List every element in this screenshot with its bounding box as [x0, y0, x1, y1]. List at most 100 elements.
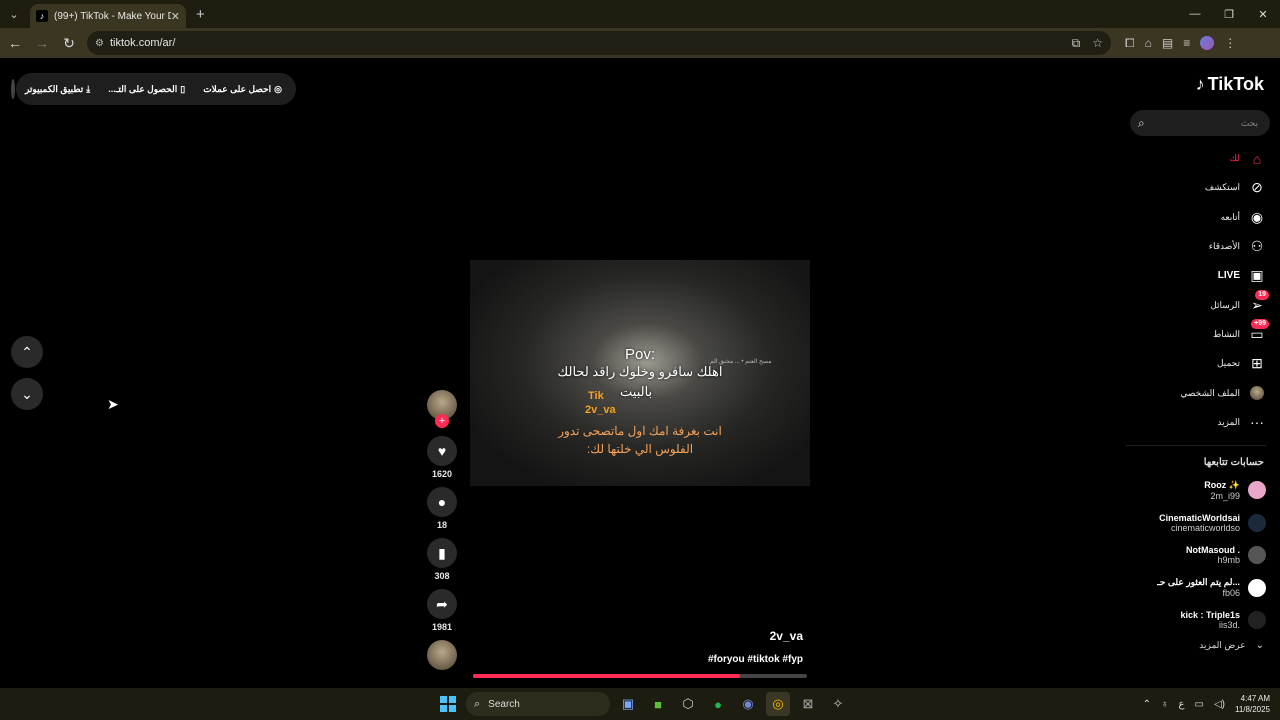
tab-title: (99+) TikTok - Make Your Day [54, 10, 171, 22]
windows-taskbar: ⌕ Search ▣ ■ ⬡ ● ◉ ◎ ⊠ ✧ ⌃ ♁ ع ▭ ◁) 4:47… [0, 688, 1280, 720]
comment-icon: ● [437, 494, 447, 510]
bookmark-star-icon[interactable]: ☆ [1092, 36, 1103, 50]
logo-text: TikTok [1207, 74, 1264, 94]
search-input[interactable]: بحث ⌕ [1130, 110, 1270, 136]
chrome-icon[interactable]: ◎ [766, 692, 790, 716]
app-icon[interactable]: ✧ [826, 692, 850, 716]
account-name: NotMasoud . [1186, 545, 1240, 556]
sidebar-item-activity[interactable]: ▭ 99+ النشاط [1126, 319, 1269, 349]
get-app-button[interactable]: ▯ الحصول على التـ... [108, 84, 185, 95]
video-author[interactable]: 2v_va [770, 629, 803, 643]
microphone-icon[interactable]: ♁ [1161, 699, 1169, 710]
video-progress-fill [473, 674, 741, 678]
get-coins-button[interactable]: ◎ احصل على عملات [203, 84, 282, 95]
music-disc-avatar[interactable] [427, 640, 457, 670]
account-name: لم يتم العثور على حـ... [1157, 577, 1240, 588]
windows-start-icon[interactable] [440, 696, 456, 712]
language-indicator[interactable]: ع [1179, 699, 1185, 710]
sidebar-item-friends[interactable]: ⚇ الأصدقاء [1126, 232, 1266, 261]
taskbar-apps: ▣ ■ ⬡ ● ◉ ◎ ⊠ ✧ [616, 692, 850, 716]
sidebar-item-live[interactable]: ▣ LIVE [1126, 261, 1266, 290]
see-more-button[interactable]: ⌄ عرض المزيد [1199, 640, 1264, 651]
tiktok-note-icon: ♪ [1195, 74, 1205, 94]
extensions-icon[interactable]: ⧠ [1125, 36, 1135, 51]
list-item[interactable]: NotMasoud . h9mb [1116, 539, 1266, 572]
list-item[interactable]: kick : Triple1s iis3d. [1116, 604, 1266, 637]
bookmark-icon: ▮ [438, 544, 446, 561]
previous-video-button[interactable]: ⌃ [11, 336, 43, 368]
taskbar-search-label: Search [488, 698, 520, 710]
new-tab-button[interactable]: + [196, 6, 205, 23]
app-icon[interactable]: ▣ [616, 692, 640, 716]
tiktok-favicon-icon: ♪ [36, 10, 48, 22]
user-avatar[interactable] [10, 79, 15, 99]
forward-button[interactable]: → [30, 31, 54, 55]
tray-expand-icon[interactable]: ⌃ [1143, 699, 1151, 710]
sidebar-item-explore[interactable]: ⊘ استكشف [1126, 173, 1266, 202]
list-item[interactable]: Rooz ✨ 2m_i99 [1116, 474, 1266, 507]
tiktok-logo[interactable]: ♪ TikTok [1196, 74, 1264, 95]
sidebar-item-messages[interactable]: ➢ 19 الرسائل [1126, 290, 1269, 319]
back-button[interactable]: ← [3, 31, 27, 55]
toolbar-extensions: ⧠ ⌂ ▤ ≡ ⋮ [1125, 36, 1236, 51]
restore-button[interactable]: ❐ [1212, 0, 1246, 28]
minimize-button[interactable]: — [1178, 0, 1212, 28]
account-username: cinematicworldso [1170, 522, 1240, 533]
discord-icon[interactable]: ◉ [736, 692, 760, 716]
volume-icon[interactable]: ◁) [1214, 699, 1225, 710]
next-video-button[interactable]: ⌄ [11, 378, 43, 410]
address-bar[interactable]: ⚙ tiktok.com/ar/ ⧉ ☆ [87, 31, 1111, 55]
follow-plus-icon[interactable]: + [435, 414, 449, 428]
install-app-icon[interactable]: ⧉ [1072, 36, 1081, 51]
extension-icon[interactable]: ⌂ [1145, 36, 1152, 50]
network-icon[interactable]: ▭ [1195, 699, 1204, 710]
system-tray: ⌃ ♁ ع ▭ ◁) 4:47 AM 11/8/2025 [1143, 688, 1270, 720]
account-username: h9mb [1217, 555, 1240, 566]
avatar [1248, 546, 1266, 565]
sidebar-item-for-you[interactable]: ⌂ لك [1126, 144, 1266, 173]
video-watermark-user: 2v_va [585, 404, 616, 416]
reload-button[interactable]: ↻ [57, 31, 81, 55]
activity-icon: ▭ 99+ [1248, 319, 1269, 343]
close-window-button[interactable]: ✕ [1246, 0, 1280, 28]
search-placeholder: بحث [1240, 117, 1258, 128]
browser-tab[interactable]: ♪ (99+) TikTok - Make Your Day ✕ [30, 4, 186, 28]
comment-button[interactable]: ● [427, 487, 457, 517]
list-item[interactable]: CinematicWorldsai cinematicworldso [1116, 507, 1266, 540]
minecraft-icon[interactable]: ■ [646, 692, 670, 716]
sidebar-item-profile[interactable]: الملف الشخصي [1126, 378, 1266, 407]
site-info-icon[interactable]: ⚙ [95, 38, 104, 49]
sidebar-item-more[interactable]: ··· المزيد [1126, 408, 1266, 437]
list-item[interactable]: لم يتم العثور على حـ... fb06 [1116, 572, 1266, 605]
sidebar-item-following[interactable]: ◉ أتابعه [1126, 203, 1266, 232]
sidebar-item-upload[interactable]: ⊞ تحميل [1126, 349, 1266, 378]
app-icon[interactable]: ⊠ [796, 692, 820, 716]
sidepanel-icon[interactable]: ▤ [1162, 36, 1173, 50]
chrome-menu-icon[interactable]: ⋮ [1224, 36, 1236, 50]
chevron-down-icon: ⌄ [21, 385, 33, 402]
author-avatar[interactable]: + [427, 390, 457, 428]
taskbar-search[interactable]: ⌕ Search [466, 692, 610, 716]
video-hashtags[interactable]: #foryou #tiktok #fyp [708, 654, 803, 665]
search-icon[interactable]: ⌕ [1138, 116, 1145, 131]
video-progress-bar[interactable] [473, 674, 807, 678]
tab-search-icon[interactable]: ⌄ [4, 4, 24, 24]
spotify-icon[interactable]: ● [706, 692, 730, 716]
see-more-label: عرض المزيد [1199, 640, 1246, 650]
live-tv-icon: ▣ [1250, 267, 1264, 284]
top-actions-bar: ◎ احصل على عملات ▯ الحصول على التـ... ⤓ تطب… [10, 73, 296, 105]
video-player[interactable]: مسح العتم • ... مخنق الم Pov: اهلك سافرو… [470, 260, 810, 486]
close-tab-icon[interactable]: ✕ [171, 10, 180, 23]
media-control-icon[interactable]: ≡ [1183, 36, 1190, 50]
desktop-app-button[interactable]: ⤓ تطبيق الكمبيوتر [25, 84, 90, 95]
like-button[interactable]: ♥ [427, 436, 457, 466]
taskbar-clock[interactable]: 4:47 AM 11/8/2025 [1235, 693, 1270, 715]
sidebar-divider [1126, 445, 1266, 446]
following-accounts-title: حسابات تتابعها [1203, 457, 1264, 468]
following-icon: ◉ [1250, 208, 1264, 225]
share-button[interactable]: ➦ [427, 589, 457, 619]
bookmark-button[interactable]: ▮ [427, 538, 457, 568]
app-icon[interactable]: ⬡ [676, 692, 700, 716]
profile-avatar[interactable] [1200, 36, 1215, 50]
video-overlay-orange1: انت بغرفة امك اول ماتصحى تدور [558, 424, 722, 438]
